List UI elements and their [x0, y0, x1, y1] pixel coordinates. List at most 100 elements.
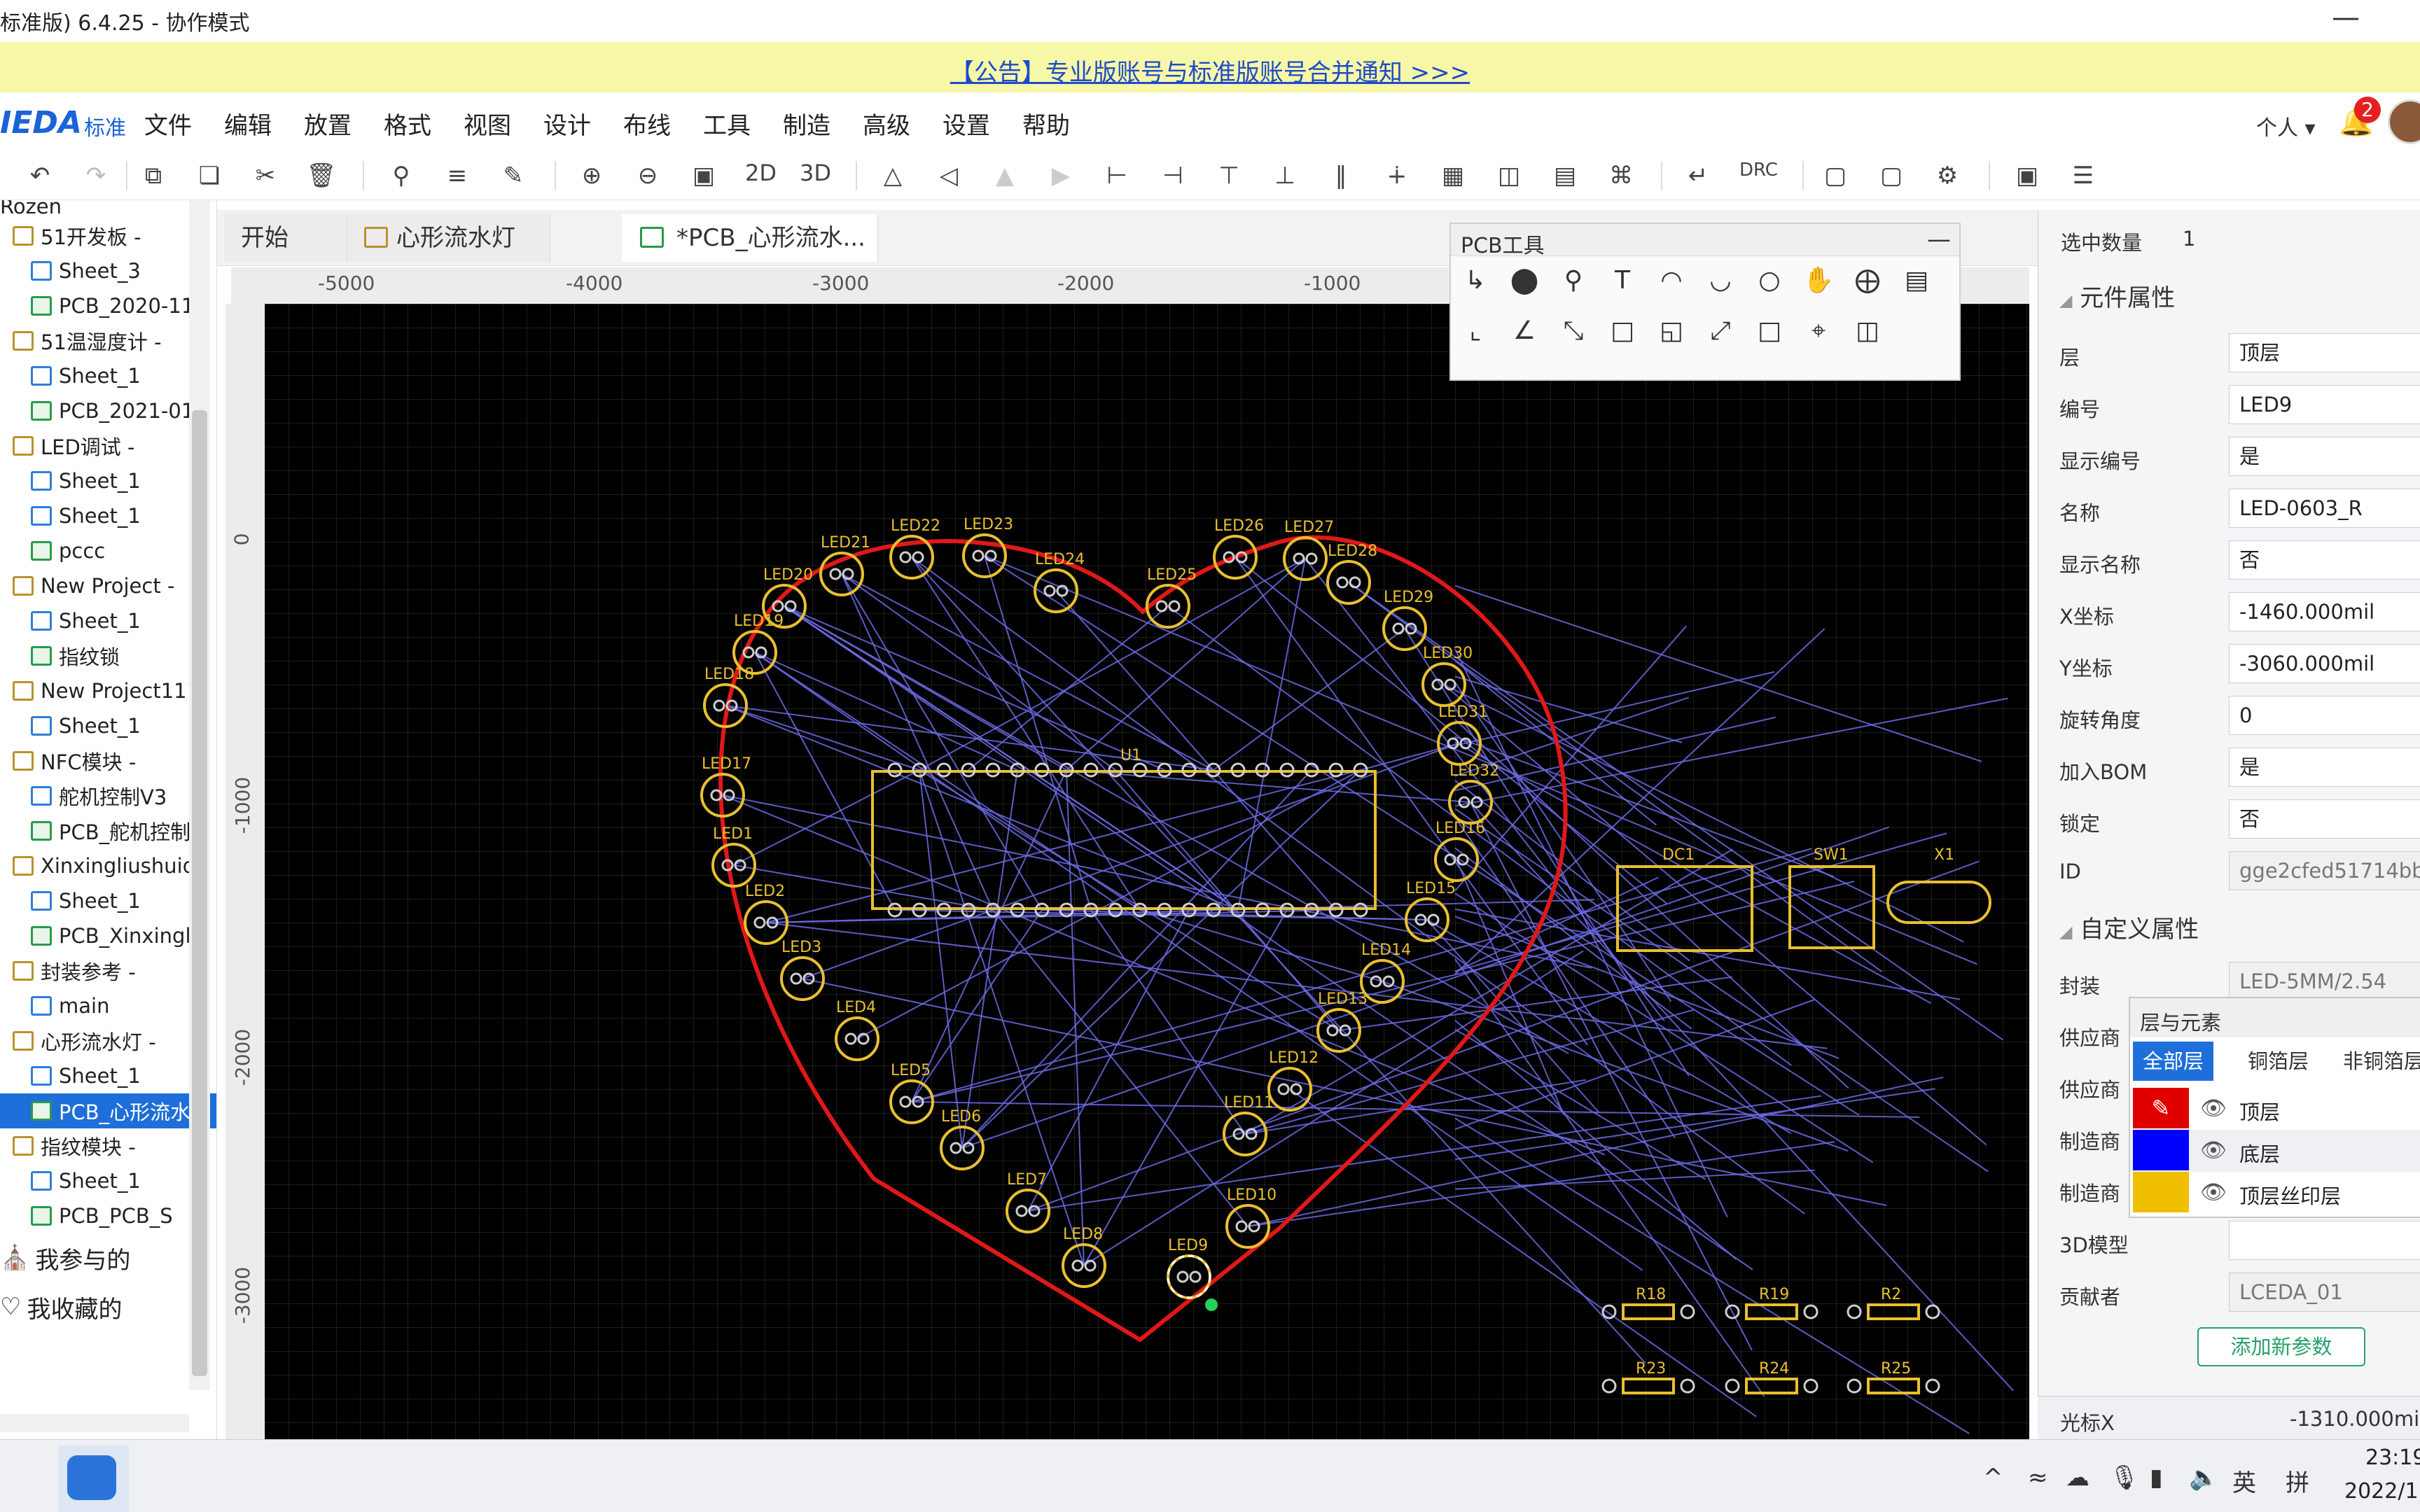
gerber-icon[interactable]: ▢ — [1872, 158, 1910, 193]
redo-icon[interactable]: ↷ — [77, 158, 115, 193]
tree-item-sheet[interactable]: Sheet_1 — [0, 1163, 216, 1198]
arc-alt-icon[interactable]: ◡ — [1702, 262, 1739, 300]
cloud-icon[interactable]: ☁ — [2066, 1464, 2089, 1492]
tree-item-sheet[interactable]: main — [0, 988, 216, 1023]
tree-item-folder[interactable]: NFC模块 - — [0, 743, 216, 778]
copper-area-icon[interactable]: □ — [1604, 312, 1641, 350]
layer-color-swatch[interactable] — [2133, 1172, 2189, 1212]
ime-mode[interactable]: 拼 — [2286, 1464, 2309, 1498]
align-right-icon[interactable]: ⊣ — [1154, 158, 1192, 193]
battery-icon[interactable]: ▮ — [2150, 1464, 2163, 1492]
pcb-tools-close-button[interactable]: — — [1927, 225, 1951, 253]
tree-item-folder[interactable]: 心形流水灯 - — [0, 1023, 216, 1058]
undo-icon[interactable]: ↶ — [21, 158, 59, 193]
custom-properties-header[interactable]: ◢ 自定义属性 — [2059, 910, 2199, 944]
menu-settings[interactable]: 设置 — [943, 106, 990, 141]
property-value[interactable]: -3060.000mil — [2229, 644, 2420, 683]
wifi-icon[interactable]: ≈ — [2028, 1464, 2048, 1492]
tree-hscrollbar[interactable] — [0, 1414, 189, 1432]
custom-property-value[interactable] — [2229, 1221, 2420, 1260]
menu-advanced[interactable]: 高级 — [863, 106, 910, 141]
eye-icon[interactable]: 👁 — [2200, 1180, 2227, 1205]
tree-item-sheet[interactable]: Sheet_1 — [0, 1058, 216, 1093]
image-icon[interactable]: ▤ — [1898, 262, 1935, 300]
property-value[interactable]: gge2cfed51714bbd — [2229, 851, 2420, 890]
tree-item-folder[interactable]: Xinxingliushuid — [0, 848, 216, 883]
clock-time[interactable]: 23:19 — [2365, 1446, 2420, 1470]
component-properties-header[interactable]: ◢ 元件属性 — [2059, 279, 2175, 313]
tree-item-sheet[interactable]: 舵机控制V3 — [0, 778, 216, 813]
cut-icon[interactable]: ✂ — [246, 158, 284, 193]
property-value[interactable]: 否 — [2229, 799, 2420, 839]
align-center-v-icon[interactable]: ∔ — [1378, 158, 1416, 193]
menu-view[interactable]: 视图 — [464, 106, 511, 141]
align-center-h-icon[interactable]: ‖ — [1322, 158, 1360, 193]
add-parameter-button[interactable]: 添加新参数 — [2197, 1327, 2365, 1366]
align-bottom-icon[interactable]: ⊥ — [1266, 158, 1304, 193]
mirror-icon[interactable]: ▲ — [986, 158, 1024, 193]
delete-icon[interactable]: 🗑 — [302, 158, 340, 193]
group-icon[interactable]: ⌘ — [1602, 158, 1640, 193]
tree-scrollbar-thumb[interactable] — [192, 410, 207, 1376]
layer-row-top[interactable]: ✎ 👁 顶层 — [2130, 1088, 2420, 1130]
align-top-icon[interactable]: ⊤ — [1210, 158, 1248, 193]
property-value[interactable]: 是 — [2229, 748, 2420, 787]
copy-icon[interactable]: ⧉ — [134, 158, 172, 193]
dimension-icon[interactable]: ∠ — [1505, 312, 1543, 350]
eye-icon[interactable]: 👁 — [2200, 1138, 2227, 1163]
menu-edit[interactable]: 编辑 — [224, 106, 272, 141]
flip-vertical-icon[interactable]: ◁ — [930, 158, 968, 193]
tree-item-pcb[interactable]: PCB_心形流水 — [0, 1093, 216, 1128]
tree-item-sheet[interactable]: Sheet_1 — [0, 708, 216, 743]
brush-icon[interactable]: ✎ — [494, 158, 532, 193]
circle-icon[interactable]: ○ — [1751, 262, 1788, 300]
via-icon[interactable]: ⚲ — [1555, 262, 1592, 300]
tree-item-folder[interactable]: 51开发板 - — [0, 218, 216, 253]
tree-item-sheet[interactable]: Sheet_1 — [0, 358, 216, 393]
property-value[interactable]: 否 — [2229, 540, 2420, 580]
tab-copper-layers[interactable]: 铜箔层 — [2238, 1042, 2318, 1081]
property-value[interactable]: LED-0603_R — [2229, 489, 2420, 528]
board-outline-icon[interactable]: ⌞ — [1456, 312, 1494, 350]
bom-icon[interactable]: ▢ — [1816, 158, 1854, 193]
avatar[interactable] — [2388, 99, 2420, 144]
taskbar-app-lceda[interactable] — [59, 1446, 129, 1512]
paste-icon[interactable]: ❏ — [190, 158, 228, 193]
notice-link[interactable]: 【公告】专业版账号与标准版账号合并通知 >>> — [950, 53, 1470, 88]
pencil-icon[interactable]: ✎ — [2133, 1088, 2189, 1128]
rectangle-icon[interactable]: □ — [1751, 312, 1788, 350]
tree-item-folder[interactable]: New Project111 — [0, 673, 216, 708]
measure-icon[interactable]: ⤢ — [1702, 312, 1739, 350]
user-menu[interactable]: 个人 ▾ — [2256, 111, 2316, 141]
tree-item-pcb[interactable]: 指纹锁 — [0, 638, 216, 673]
hand-icon[interactable]: ✋ — [1800, 262, 1837, 300]
tree-favorites[interactable]: ♡ 我收藏的 — [0, 1282, 216, 1331]
custom-property-value[interactable]: LED-5MM/2.54 — [2229, 962, 2420, 1001]
layer-row-bottom[interactable]: 👁 底层 — [2130, 1130, 2420, 1172]
tree-item-folder[interactable]: 51温湿度计 - — [0, 323, 216, 358]
tab-start[interactable]: 开始 — [224, 214, 347, 262]
property-value[interactable]: 是 — [2229, 437, 2420, 476]
property-value[interactable]: 0 — [2229, 696, 2420, 735]
volume-icon[interactable]: 🔈 — [2189, 1464, 2218, 1492]
flip-horizontal-icon[interactable]: △ — [874, 158, 912, 193]
layers-icon[interactable]: ☰ — [2064, 158, 2102, 193]
grid-icon[interactable]: ▦ — [1434, 158, 1472, 193]
tree-item-folder[interactable]: 封装参考 - — [0, 953, 216, 988]
fit-icon[interactable]: ▣ — [685, 158, 723, 193]
arc-icon[interactable]: ◠ — [1653, 262, 1690, 300]
property-value[interactable]: -1460.000mil — [2229, 592, 2420, 631]
view-3d-button[interactable]: 3D — [800, 160, 831, 186]
layers-header[interactable]: 层与元素 — [2130, 998, 2420, 1037]
hole-icon[interactable]: ⨁ — [1849, 262, 1886, 300]
clock-date[interactable]: 2022/1 — [2344, 1479, 2419, 1504]
pcb-drawing[interactable]: U1 LED20 LED21 LED22 LED23 LED24 LED19 LED18 LE… — [265, 304, 2029, 1442]
drc-button[interactable]: DRC — [1739, 160, 1778, 181]
rotate-icon[interactable]: ▶ — [1042, 158, 1080, 193]
ime-lang[interactable]: 英 — [2232, 1464, 2256, 1498]
tree-item-pcb[interactable]: PCB_2020-11 — [0, 288, 216, 323]
tree-item-sheet[interactable]: Sheet_3 — [0, 253, 216, 288]
tree-participated[interactable]: ⛪ 我参与的 — [0, 1233, 216, 1282]
tree-item-pcb[interactable]: PCB_2021-01 — [0, 393, 216, 428]
tree-item-folder[interactable]: LED调试 - — [0, 428, 216, 463]
